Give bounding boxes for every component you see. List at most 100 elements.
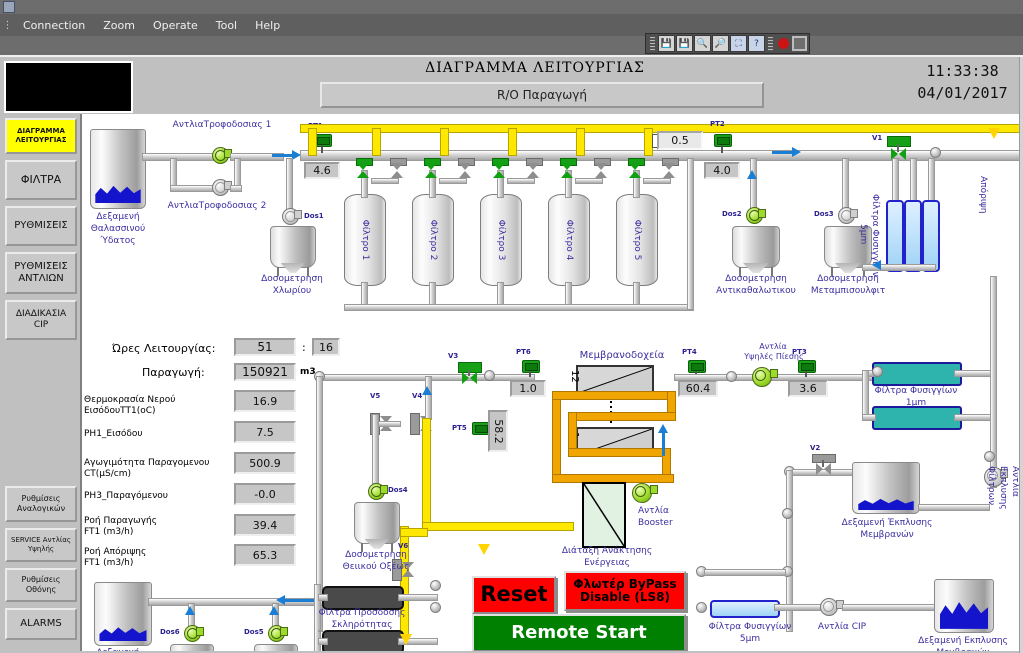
- sidebar-item-analog-settings[interactable]: Ρυθμίσεις Αναλογικών: [5, 486, 77, 522]
- pt2-value: 4.0: [704, 162, 740, 179]
- reset-button[interactable]: Reset: [472, 576, 556, 614]
- filter3-inlet-valve[interactable]: [493, 163, 506, 178]
- sidebar-item-hp-service[interactable]: SERVICE Αντλίας Υψηλής: [5, 528, 77, 562]
- pt2-tag: PT2: [710, 120, 725, 128]
- filter-vessel-1[interactable]: Φίλτρο 1: [344, 194, 386, 286]
- param-0-label-1: Θερμοκρασία Νερού: [84, 395, 176, 405]
- hp-pump[interactable]: [750, 366, 778, 387]
- dos1-pump[interactable]: [280, 207, 302, 225]
- hardness-filters-label-2: Σκληρότητας: [331, 620, 393, 630]
- filter4-inlet-valve[interactable]: [561, 163, 574, 178]
- hardness-filter-2[interactable]: [322, 630, 404, 651]
- save-icon[interactable]: 💾: [658, 35, 675, 52]
- v2-actuator[interactable]: [812, 454, 836, 463]
- production-label: Παραγωγή:: [142, 366, 205, 379]
- filter2-drain-valve[interactable]: [459, 163, 472, 178]
- flush-tank-label-2: Μεμβρανών: [860, 530, 914, 540]
- node-mid-2: [782, 508, 793, 519]
- pt2-transmitter[interactable]: [714, 134, 732, 147]
- menu-item-operate[interactable]: Operate: [144, 17, 207, 34]
- save-as-icon[interactable]: 💾: [676, 35, 693, 52]
- param-0-label-2: ΕισόδουTT1(oC): [84, 406, 156, 416]
- stop-icon[interactable]: [792, 36, 807, 51]
- dos3-pump[interactable]: [836, 206, 858, 224]
- menu-item-zoom[interactable]: Zoom: [94, 17, 144, 34]
- toolbar-grip[interactable]: [650, 36, 655, 51]
- filter1-drain-valve[interactable]: [391, 163, 404, 178]
- filter1-inlet-valve[interactable]: [357, 163, 370, 178]
- filter-vessel-3[interactable]: Φίλτρο 3: [480, 194, 522, 286]
- zoom-in-icon[interactable]: 🔍: [694, 35, 711, 52]
- v2-tag: V2: [810, 444, 821, 452]
- v4-actuator[interactable]: [410, 413, 420, 435]
- filter4-drain-valve[interactable]: [595, 163, 608, 178]
- zoom-fit-icon[interactable]: ⛶: [730, 35, 747, 52]
- zoom-out-icon[interactable]: 🔎: [712, 35, 729, 52]
- filter-vessel-5[interactable]: Φίλτρο 5: [616, 194, 658, 286]
- sidebar-item-filters[interactable]: ΦΙΛΤΡΑ: [5, 160, 77, 200]
- filter5-inlet-valve[interactable]: [629, 163, 642, 178]
- pipe-hardness-out1: [398, 594, 438, 601]
- sidebar-item-alarms[interactable]: ALARMS: [5, 608, 77, 640]
- v1-actuator[interactable]: [887, 136, 911, 147]
- pt6-transmitter[interactable]: [522, 360, 540, 373]
- sidebar-item-diagram[interactable]: ΔΙΑΓΡΑΜΜΑ ΛΕΙΤΟΥΡΓΙΑΣ: [5, 118, 77, 154]
- cartridge-1um-label-1: Φίλτρα Φυσιγγίων: [874, 386, 958, 396]
- v3-valve[interactable]: [462, 372, 477, 385]
- cartridge-filter-1um-1[interactable]: [872, 362, 962, 386]
- node-hardness-bottom: [430, 602, 441, 613]
- pipe-filter2-cross: [439, 178, 467, 184]
- feed-pump-2[interactable]: [210, 178, 232, 196]
- mode-button[interactable]: R/O Παραγωγή: [320, 82, 764, 108]
- filter5-drain-valve[interactable]: [663, 163, 676, 178]
- energy-recovery-label-1: Διάταξη Ανάκτησης: [561, 546, 653, 556]
- pt3-transmitter[interactable]: [798, 360, 816, 373]
- sidebar-item-settings[interactable]: ΡΥΘΜΙΣΕΙΣ: [5, 206, 77, 246]
- filter2-inlet-valve[interactable]: [425, 163, 438, 178]
- cartridge-filter-1um-2[interactable]: [872, 406, 962, 430]
- filter3-drain-valve[interactable]: [527, 163, 540, 178]
- filter-vessel-2[interactable]: Φίλτρο 2: [412, 194, 454, 286]
- cartridge-filter-5um-bottom[interactable]: [710, 600, 780, 618]
- pipe-dos3-riser: [842, 158, 849, 212]
- feed-pump-1[interactable]: [210, 146, 232, 164]
- pipe-permeate-left: [422, 418, 431, 530]
- menu-item-connection[interactable]: Connection: [14, 17, 94, 34]
- pipe-backwash-drop-2: [440, 128, 449, 156]
- hardness-filter-1[interactable]: [322, 586, 404, 610]
- menu-grip[interactable]: ⋮: [0, 20, 14, 31]
- menu-item-tool[interactable]: Tool: [207, 17, 246, 34]
- sidebar-item-cip-process[interactable]: ΔΙΑΔΙΚΑΣΙΑ CIP: [5, 300, 77, 340]
- energy-recovery-device[interactable]: [582, 482, 626, 548]
- dos4-tank: [354, 502, 400, 552]
- dos2-pump[interactable]: [744, 206, 766, 224]
- dos6-pump[interactable]: [182, 624, 204, 642]
- sidebar-item-screen-settings[interactable]: Ρυθμίσεις Οθόνης: [5, 568, 77, 602]
- help-icon[interactable]: ?: [748, 35, 765, 52]
- sidebar-item-pump-settings[interactable]: ΡΥΘΜΙΣΕΙΣ ΑΝΤΛΙΩΝ: [5, 252, 77, 294]
- float-bypass-button[interactable]: Φλωτέρ ByPass Disable (LS8): [564, 571, 686, 611]
- menu-item-help[interactable]: Help: [246, 17, 289, 34]
- dos4-pump[interactable]: [366, 482, 388, 500]
- cartridge-filter-5um-2[interactable]: [904, 200, 922, 272]
- record-icon[interactable]: [776, 36, 791, 51]
- dos5-tank: [254, 644, 298, 651]
- page-title: ΔΙΑΓΡΑΜΜΑ ΛΕΙΤΟΥΡΓΙΑΣ: [425, 60, 645, 76]
- filter-vessel-4[interactable]: Φίλτρο 4: [548, 194, 590, 286]
- window-title-strip: [0, 0, 1023, 14]
- v2-valve[interactable]: [816, 463, 831, 476]
- param-5-value: 65.3: [234, 544, 296, 566]
- product-water-tank: [94, 582, 152, 646]
- cartridge-filter-5um-1[interactable]: [886, 200, 904, 272]
- cartridge-filter-5um-3[interactable]: [922, 200, 940, 272]
- node-cart1um-in: [872, 366, 883, 377]
- flush-tank: [852, 462, 920, 514]
- toolbar-grip-2[interactable]: [768, 36, 773, 51]
- dos5-pump[interactable]: [266, 624, 288, 642]
- cip-pump[interactable]: [818, 597, 844, 616]
- vertical-scrollbar[interactable]: [1019, 57, 1023, 653]
- booster-pump[interactable]: [630, 482, 658, 503]
- remote-start-button[interactable]: Remote Start: [472, 614, 686, 651]
- pt4-transmitter[interactable]: [688, 360, 706, 373]
- flow-arrow-hp: [658, 424, 668, 433]
